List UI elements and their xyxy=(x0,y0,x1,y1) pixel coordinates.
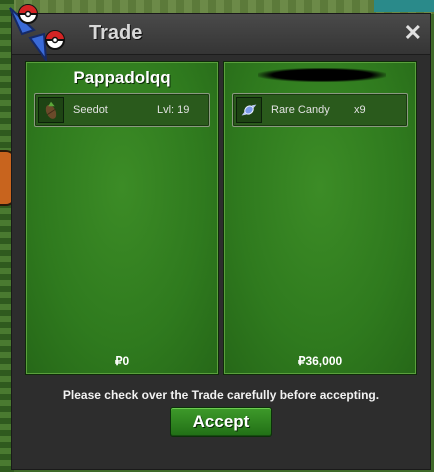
item-name-left: Seedot xyxy=(73,104,108,116)
background-scenery-water xyxy=(374,0,434,12)
trainer-name-left: Pappadolqq xyxy=(73,68,171,87)
partner-offer-panel: Rare Candy x9 ₽36,000 xyxy=(223,61,417,375)
trainer-name-right-redacted xyxy=(258,68,386,82)
accept-button[interactable]: Accept xyxy=(170,407,272,437)
item-level-left: Lvl: 19 xyxy=(157,104,190,116)
seedot-icon xyxy=(38,97,64,123)
rare-candy-icon xyxy=(236,97,262,123)
trade-notice: Please check over the Trade carefully be… xyxy=(62,388,380,402)
offer-slot-right[interactable]: Rare Candy x9 xyxy=(232,93,408,127)
close-icon[interactable]: ✕ xyxy=(404,20,422,46)
trade-logo-icon xyxy=(9,4,65,64)
money-left: ₽0 xyxy=(114,354,130,368)
offer-slot-left[interactable]: Seedot Lvl: 19 xyxy=(34,93,210,127)
item-name-right: Rare Candy xyxy=(271,104,330,116)
my-offer-panel: Pappadolqq Seedot Lvl: 19 ₽0 xyxy=(25,61,219,375)
trade-window: Trade ✕ Pappadolqq Seedot Lvl: 19 ₽0 Rar… xyxy=(9,4,431,470)
item-quantity-right: x9 xyxy=(354,104,366,116)
window-title: Trade xyxy=(89,22,143,44)
money-right: ₽36,000 xyxy=(297,354,343,368)
